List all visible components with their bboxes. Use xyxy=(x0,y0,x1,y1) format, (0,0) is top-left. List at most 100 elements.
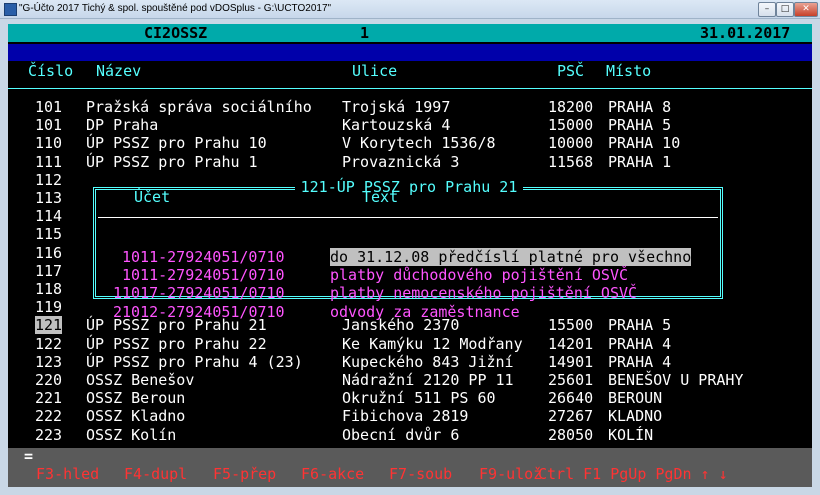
table-row[interactable]: 223 OSSZ Kolín Obecní dvůr 6 28050 KOLÍN xyxy=(8,426,812,444)
row-ulice: Trojská 1997 xyxy=(342,98,451,116)
table-row[interactable]: 122 ÚP PSSZ pro Prahu 22 Ke Kamýku 12 Modř… xyxy=(8,335,812,353)
row-cislo: 223 xyxy=(35,425,63,444)
page-number: 1 xyxy=(360,24,370,42)
function-key-bar: Ctrl F1 PgUp PgDn ↑ ↓ F3-hled F4-dupl F5-p… xyxy=(8,465,812,483)
row-nazev: ÚP PSSZ pro Prahu 4 (23) xyxy=(86,352,303,371)
row-psc: 14201 xyxy=(548,334,594,353)
dialog-list-item[interactable]: 1011-27924051/0710 do 31.12.08 předčíslí … xyxy=(90,248,728,266)
table-row[interactable]: 101 DP Praha Kartouzská 4 15000 PRAHA 5 xyxy=(8,116,812,134)
fkey-f9[interactable]: F9-ulož xyxy=(479,465,542,483)
fkey-key: F9 xyxy=(479,465,498,483)
row-ulice: Okružní 511 PS 60 xyxy=(342,389,496,408)
current-date: 31.01.2017 xyxy=(700,24,791,42)
row-cislo: 117 xyxy=(35,261,63,280)
account-dialog[interactable]: 121-ÚP PSSZ pro Prahu 21 Účet Text 1011-… xyxy=(90,178,728,321)
fkey-f5[interactable]: F5-přep xyxy=(213,465,276,483)
row-ulice: Kupeckého 843 Jižní xyxy=(342,352,514,371)
command-prompt[interactable]: = xyxy=(24,447,33,465)
dialog-item-text: odvody za zaměstnance xyxy=(330,302,520,321)
dialog-list-item[interactable]: 11017-27924051/0710 platby nemocenského p… xyxy=(90,284,728,302)
maximize-button[interactable]: □ xyxy=(776,2,794,17)
col-header-nazev: Název xyxy=(96,62,142,80)
table-row[interactable]: 222 OSSZ Kladno Fibichova 2819 27267 KLADNO xyxy=(8,407,812,425)
row-misto: PRAHA 1 xyxy=(608,152,672,171)
row-nazev: OSSZ Beroun xyxy=(86,389,186,408)
fkey-f3[interactable]: F3-hled xyxy=(36,465,99,483)
row-psc: 26640 xyxy=(548,389,594,408)
row-misto: PRAHA 10 xyxy=(608,134,681,153)
row-cislo: 122 xyxy=(35,334,63,353)
row-psc: 28050 xyxy=(548,425,594,444)
row-ulice: Kartouzská 4 xyxy=(342,116,451,135)
dialog-item-ucet: 21012-27924051/0710 xyxy=(113,302,285,321)
fkey-key: F5 xyxy=(213,465,232,483)
fkey-label: -hled xyxy=(54,465,100,483)
row-cislo: 110 xyxy=(35,134,63,153)
row-ulice: Nádražní 2120 PP 11 xyxy=(342,371,514,389)
row-cislo: 123 xyxy=(35,352,63,371)
row-nazev: ÚP PSSZ pro Prahu 1 xyxy=(86,152,258,171)
row-psc: 15000 xyxy=(548,116,594,135)
nav-keys: Ctrl F1 PgUp PgDn ↑ ↓ xyxy=(538,465,728,483)
row-ulice: Provaznická 3 xyxy=(342,152,460,171)
row-cislo: 116 xyxy=(35,243,63,262)
fkey-f7[interactable]: F7-soub xyxy=(389,465,452,483)
dos-console[interactable]: CI2OSSZ 1 31.01.2017 Číslo Název Ulice P… xyxy=(8,24,812,487)
row-misto: PRAHA 5 xyxy=(608,116,672,135)
dialog-item-ucet: 1011-27924051/0710 xyxy=(122,248,285,266)
table-row[interactable]: 101 Pražská správa sociálního Trojská 1997… xyxy=(8,98,812,116)
row-cislo: 220 xyxy=(35,371,63,389)
row-misto: PRAHA 4 xyxy=(608,352,672,371)
row-cislo: 113 xyxy=(35,189,63,207)
row-psc: 27267 xyxy=(548,407,594,426)
row-cislo: 101 xyxy=(35,98,63,116)
row-cislo: 222 xyxy=(35,407,63,426)
minimize-icon: – xyxy=(764,4,770,14)
fkey-label: -soub xyxy=(407,465,453,483)
fkey-key: F7 xyxy=(389,465,408,483)
fkey-label: -akce xyxy=(319,465,365,483)
row-nazev: ÚP PSSZ pro Prahu 10 xyxy=(86,134,267,153)
dialog-item-ucet: 11017-27924051/0710 xyxy=(113,284,285,303)
fkey-key: F4 xyxy=(124,465,143,483)
fkey-key: F6 xyxy=(301,465,320,483)
col-header-cislo: Číslo xyxy=(28,62,74,80)
row-cislo: 118 xyxy=(35,280,63,298)
row-cislo: 115 xyxy=(35,225,63,244)
row-psc: 25601 xyxy=(548,371,594,389)
dialog-list-item[interactable]: 1011-27924051/0710 platby důchodového poj… xyxy=(90,266,728,284)
fkey-f6[interactable]: F6-akce xyxy=(301,465,364,483)
close-button[interactable]: ✕ xyxy=(794,2,818,17)
fkey-key: F3 xyxy=(36,465,55,483)
row-psc: 14901 xyxy=(548,352,594,371)
col-header-misto: Místo xyxy=(606,62,652,80)
dialog-item-text: platby nemocenského pojištění OSVČ xyxy=(330,284,638,303)
dialog-item-text: do 31.12.08 předčíslí platné pro všechno xyxy=(330,248,692,266)
dialog-list-item[interactable]: 21012-27924051/0710 odvody za zaměstnance xyxy=(90,303,728,321)
table-row[interactable]: 110 ÚP PSSZ pro Prahu 10 V Korytech 1536/8… xyxy=(8,134,812,152)
row-misto: PRAHA 4 xyxy=(608,334,672,353)
dialog-item-ucet: 1011-27924051/0710 xyxy=(122,266,285,285)
app-icon xyxy=(4,3,17,16)
table-row[interactable]: 221 OSSZ Beroun Okružní 511 PS 60 26640 BERO… xyxy=(8,389,812,407)
table-row[interactable]: 220 OSSZ Benešov Nádražní 2120 PP 11 25601 B… xyxy=(8,371,812,389)
col-header-psc: PSČ xyxy=(557,62,585,80)
minimize-button[interactable]: – xyxy=(758,2,776,17)
maximize-icon: □ xyxy=(780,4,790,14)
row-ulice: Ke Kamýku 12 Modřany xyxy=(342,334,523,353)
table-row[interactable]: 111 ÚP PSSZ pro Prahu 1 Provaznická 3 11568… xyxy=(8,153,812,171)
title-bar[interactable]: "G-Účto 2017 Tichý & spol. spouštěné pod… xyxy=(0,0,820,19)
table-row[interactable]: 123 ÚP PSSZ pro Prahu 4 (23) Kupeckého 843… xyxy=(8,353,812,371)
blue-band xyxy=(8,44,812,61)
fkey-f4[interactable]: F4-dupl xyxy=(124,465,187,483)
row-ulice: V Korytech 1536/8 xyxy=(342,134,496,153)
row-misto: KOLÍN xyxy=(608,425,654,444)
row-nazev: DP Praha xyxy=(86,116,159,135)
col-header-ulice: Ulice xyxy=(352,62,398,80)
row-misto: KLADNO xyxy=(608,407,663,426)
row-cislo: 119 xyxy=(35,298,63,317)
row-cislo: 114 xyxy=(35,207,63,226)
row-misto: BENEŠOV U PRAHY xyxy=(608,371,744,389)
fkey-label: -dupl xyxy=(142,465,188,483)
row-cislo: 111 xyxy=(35,152,63,171)
